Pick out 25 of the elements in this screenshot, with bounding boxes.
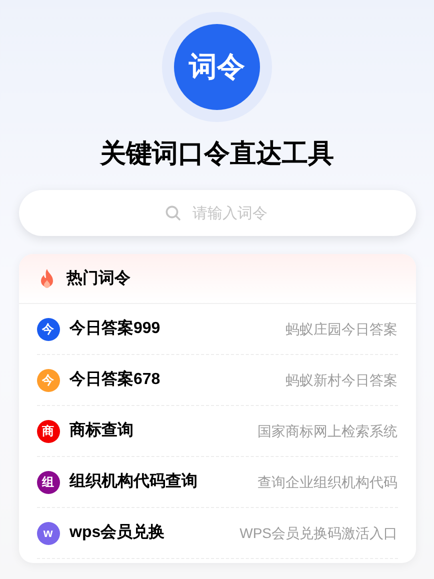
keyword-row[interactable]: 今 今日答案999 蚂蚁庄园今日答案 [36, 304, 398, 355]
keyword-name: 组织机构代码查询 [70, 472, 198, 492]
page-title: 关键词口令直达工具 [100, 137, 334, 170]
keyword-row[interactable]: 商 商标查询 国家商标网上检索系统 [36, 406, 398, 457]
keyword-row[interactable]: 组 组织机构代码查询 查询企业组织机构代码 [36, 457, 398, 508]
keyword-badge: 今 [36, 318, 60, 340]
keyword-description: 查询企业组织机构代码 [258, 472, 398, 492]
keyword-description: 蚂蚁新村今日答案 [286, 370, 398, 390]
keyword-name: 今日答案999 [70, 318, 160, 339]
keyword-badge: 今 [36, 368, 60, 392]
keyword-name: wps会员兑换 [70, 522, 165, 543]
keyword-name: 今日答案678 [70, 369, 160, 390]
keyword-name: 商标查询 [70, 420, 134, 441]
keyword-row[interactable]: w wps会员兑换 WPS会员兑换码激活入口 [36, 508, 398, 559]
keyword-description: WPS会员兑换码激活入口 [240, 524, 398, 542]
keyword-description: 蚂蚁庄园今日答案 [286, 320, 398, 338]
keyword-row[interactable]: 今 今日答案678 蚂蚁新村今日答案 [36, 355, 398, 406]
search-field[interactable]: 请输入词令 [18, 190, 416, 236]
logo-text: 词令 [189, 53, 245, 81]
keyword-badge: 商 [36, 420, 60, 442]
keyword-badge: w [36, 522, 60, 544]
search-icon [164, 205, 180, 221]
keyword-description: 国家商标网上检索系统 [258, 422, 398, 440]
keyword-badge: 组 [36, 470, 60, 494]
section-title: 热门词令 [66, 268, 130, 288]
